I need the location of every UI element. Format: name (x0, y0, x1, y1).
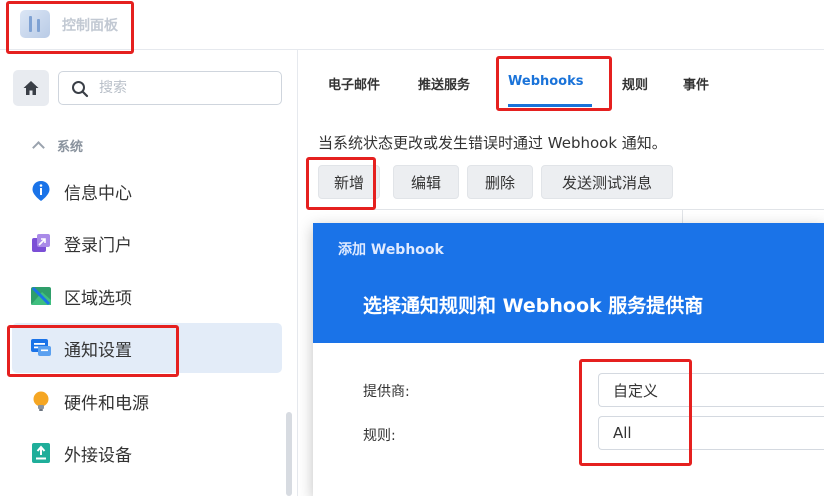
external-device-icon (30, 442, 52, 464)
section-label: 系统 (57, 139, 84, 155)
sidebar-item-hardware-power[interactable]: 硬件和电源 (12, 376, 282, 426)
section-header-system[interactable]: 系统 (32, 135, 84, 155)
tab-bar: 电子邮件 推送服务 Webhooks 规则 事件 (299, 50, 824, 118)
dialog-heading: 选择通知规则和 Webhook 服务提供商 (363, 295, 704, 317)
home-icon (23, 81, 39, 95)
active-tab-indicator (508, 104, 592, 107)
dialog-title: 添加 Webhook (338, 242, 444, 258)
send-test-message-button[interactable]: 发送测试消息 (541, 165, 673, 199)
page-description: 当系统状态更改或发生错误时通过 Webhook 通知。 (318, 134, 667, 152)
control-panel-app-icon (20, 10, 50, 38)
tab-webhooks[interactable]: Webhooks (508, 74, 584, 89)
edit-button[interactable]: 编辑 (393, 165, 459, 199)
sidebar-item-info-center[interactable]: 信息中心 (12, 166, 282, 216)
sidebar-scrollbar[interactable] (286, 412, 292, 496)
sidebar: 系统 信息中心 登录门户 区 (0, 50, 298, 496)
add-webhook-dialog: 添加 Webhook 选择通知规则和 Webhook 服务提供商 提供商: 自定… (313, 223, 824, 496)
sidebar-item-notification-settings[interactable]: 通知设置 (12, 323, 282, 373)
webhook-table-header (318, 209, 824, 224)
home-button[interactable] (13, 70, 49, 106)
delete-button[interactable]: 删除 (467, 165, 533, 199)
rule-select[interactable]: All (598, 416, 824, 450)
add-button[interactable]: 新增 (318, 165, 380, 199)
sidebar-item-label: 登录门户 (64, 235, 132, 256)
table-column-divider (682, 210, 683, 224)
regional-options-icon (30, 285, 52, 307)
sidebar-item-external-devices[interactable]: 外接设备 (12, 428, 282, 478)
provider-select[interactable]: 自定义 (598, 373, 824, 407)
provider-label: 提供商: (363, 384, 410, 400)
chevron-up-icon (32, 141, 45, 154)
tab-push-service[interactable]: 推送服务 (418, 74, 470, 93)
app-header: 控制面板 (0, 0, 824, 50)
dialog-header: 添加 Webhook 选择通知规则和 Webhook 服务提供商 (313, 223, 824, 343)
sidebar-item-login-portal[interactable]: 登录门户 (12, 218, 282, 268)
sidebar-item-label: 硬件和电源 (64, 393, 149, 414)
tab-rules[interactable]: 规则 (622, 74, 648, 93)
sidebar-item-label: 信息中心 (64, 183, 132, 204)
search-box[interactable] (58, 71, 282, 105)
sidebar-item-regional-options[interactable]: 区域选项 (12, 271, 282, 321)
sidebar-item-label: 外接设备 (64, 445, 132, 466)
login-portal-icon (30, 232, 52, 254)
rule-label: 规则: (363, 428, 396, 444)
sidebar-item-label: 通知设置 (64, 340, 132, 361)
app-title: 控制面板 (62, 18, 118, 34)
tab-events[interactable]: 事件 (683, 74, 709, 93)
lightbulb-icon (30, 390, 52, 412)
search-input[interactable] (99, 78, 269, 98)
search-icon (72, 81, 89, 98)
info-icon (30, 180, 52, 202)
tab-email[interactable]: 电子邮件 (328, 74, 380, 93)
sidebar-item-label: 区域选项 (64, 288, 132, 309)
notification-icon (30, 337, 52, 359)
